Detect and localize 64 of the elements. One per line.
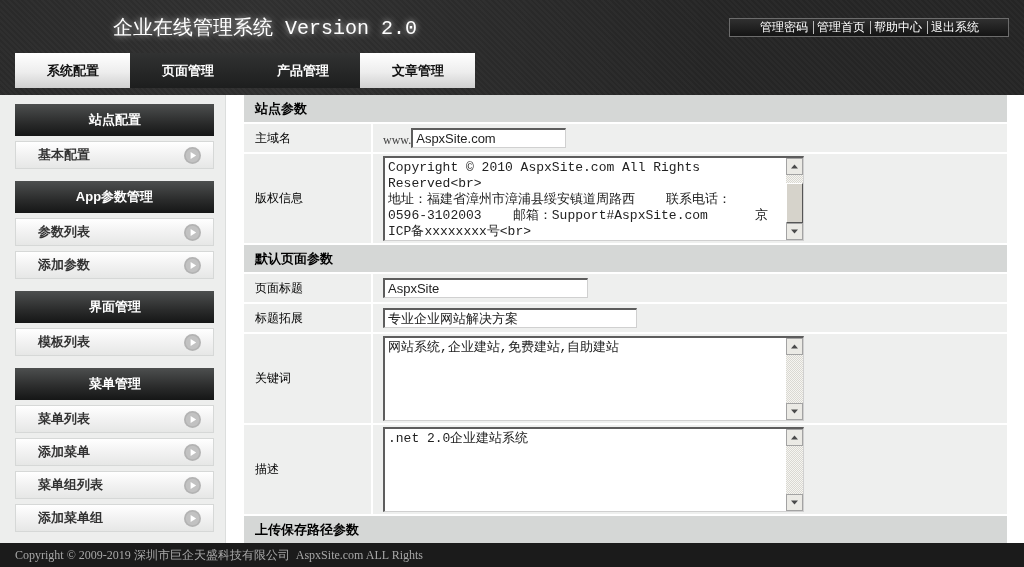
sidebar-item-label: 菜单列表 (38, 410, 90, 428)
sidebar-group-title: 菜单管理 (15, 368, 214, 400)
sidebar-item-label: 添加菜单组 (38, 509, 103, 527)
sidebar-item-label: 菜单组列表 (38, 476, 103, 494)
field-label: 版权信息 (255, 190, 303, 207)
sidebar-item[interactable]: 基本配置 (15, 141, 214, 169)
play-circle-icon (184, 256, 201, 274)
scrollbar[interactable] (786, 429, 803, 511)
text-input[interactable]: 专业企业网站解决方案 (383, 308, 637, 328)
field-prefix: www. (383, 132, 412, 148)
scroll-up-button[interactable] (786, 158, 803, 175)
section-header: 站点参数 (244, 95, 1007, 122)
copyright-text: Copyright © 2009-2019 深圳市巨企天盛科技有限公司 AspxSite.com ALL Rights (15, 546, 423, 564)
nav-tab[interactable]: 产品管理 (245, 53, 360, 88)
sidebar-item[interactable]: 模板列表 (15, 328, 214, 356)
textarea-field[interactable]: Copyright © 2010 AspxSite.com All Rights Reserved<br> 地址：福建省漳州市漳浦县绥安镇道周路西 联系电话： 0596-3102003 邮箱：Support#AspxSite.com 京 ICP备xxxxxxxx号<br> (383, 156, 804, 241)
sidebar-item-label: 添加菜单 (38, 443, 90, 461)
scroll-down-button[interactable] (786, 403, 803, 420)
play-circle-icon (184, 509, 201, 527)
scroll-down-button[interactable] (786, 494, 803, 511)
play-circle-icon (184, 476, 201, 494)
play-circle-icon (184, 443, 201, 461)
nav-tab[interactable]: 系统配置 (15, 53, 130, 88)
field-label: 标题拓展 (255, 309, 303, 327)
play-circle-icon (184, 410, 201, 428)
sidebar-group-title: 站点配置 (15, 104, 214, 136)
scroll-down-button[interactable] (786, 223, 803, 240)
sidebar-item[interactable]: 添加菜单组 (15, 504, 214, 532)
sidebar-item-label: 基本配置 (38, 146, 90, 164)
sidebar-group-title: App参数管理 (15, 181, 214, 213)
header-link[interactable]: 退出系统 (926, 21, 982, 34)
text-input[interactable]: AspxSite (383, 278, 588, 298)
sidebar-item[interactable]: 菜单组列表 (15, 471, 214, 499)
play-circle-icon (184, 333, 201, 351)
scroll-up-button[interactable] (786, 338, 803, 355)
sidebar-item-label: 添加参数 (38, 256, 90, 274)
scroll-up-button[interactable] (786, 429, 803, 446)
sidebar-item[interactable]: 添加菜单 (15, 438, 214, 466)
play-circle-icon (184, 146, 201, 164)
nav-tab[interactable]: 页面管理 (130, 53, 245, 88)
header-link[interactable]: 帮助中心 (869, 21, 925, 34)
section-header: 默认页面参数 (244, 245, 1007, 272)
nav-tab[interactable]: 文章管理 (360, 53, 475, 88)
sidebar-item[interactable]: 参数列表 (15, 218, 214, 246)
text-input[interactable]: AspxSite.com (411, 128, 567, 148)
field-label: 关键词 (255, 370, 291, 387)
sidebar-item-label: 参数列表 (38, 223, 90, 241)
header-link[interactable]: 管理首页 (812, 21, 868, 34)
sidebar-group-title: 界面管理 (15, 291, 214, 323)
field-label: 描述 (255, 461, 279, 478)
header-link[interactable]: 管理密码 (756, 21, 811, 34)
play-circle-icon (184, 223, 201, 241)
field-label: 页面标题 (255, 279, 303, 297)
scrollbar[interactable] (786, 338, 803, 420)
sidebar-item-label: 模板列表 (38, 333, 90, 351)
textarea-field[interactable]: 网站系统,企业建站,免费建站,自助建站 (383, 336, 804, 421)
scrollbar-thumb[interactable] (786, 183, 803, 223)
section-header: 上传保存路径参数 (244, 516, 1007, 543)
textarea-field[interactable]: .net 2.0企业建站系统 (383, 427, 804, 512)
app-title: 企业在线管理系统 Version 2.0 (113, 16, 418, 42)
scrollbar[interactable] (786, 158, 803, 240)
field-label: 主域名 (255, 129, 291, 147)
sidebar-item[interactable]: 菜单列表 (15, 405, 214, 433)
sidebar-item[interactable]: 添加参数 (15, 251, 214, 279)
